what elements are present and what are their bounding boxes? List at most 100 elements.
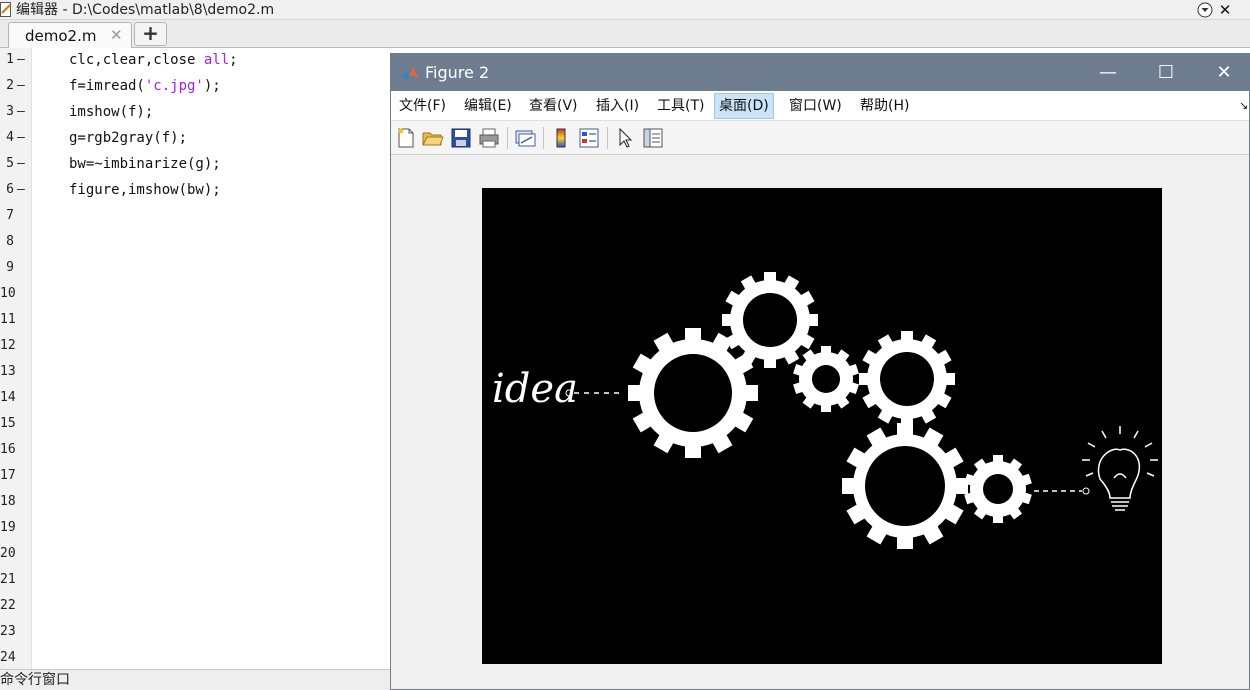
- editor-titlebar: 编辑器 - D:\Codes\matlab\8\demo2.m ✕: [0, 0, 1250, 20]
- bulb-connector-dot: [1082, 487, 1090, 495]
- command-window-header[interactable]: 命令行窗口: [0, 669, 392, 690]
- gear-large-left: [628, 328, 758, 458]
- new-figure-icon[interactable]: [394, 126, 418, 150]
- menu-tools[interactable]: 工具(T): [653, 93, 708, 119]
- line-number: 15: [0, 416, 16, 431]
- editor-tab-strip: demo2.m ✕ +: [0, 20, 1250, 48]
- editor-close-button[interactable]: ✕: [1216, 0, 1234, 20]
- image-axes[interactable]: idea: [482, 188, 1162, 664]
- line-number: 10: [0, 286, 16, 301]
- gear-small-middle: [793, 346, 859, 412]
- line-number: 23: [0, 624, 16, 639]
- code-line[interactable]: f=imread('c.jpg');: [69, 77, 221, 95]
- code-text: bw=~imbinarize(g);: [69, 156, 221, 172]
- colorbar-icon[interactable]: [549, 126, 573, 150]
- menu-file[interactable]: 文件(F): [395, 93, 450, 119]
- legend-icon[interactable]: [577, 126, 601, 150]
- tab-demo2[interactable]: demo2.m ✕: [8, 22, 132, 48]
- gear-small-bottom: [964, 455, 1032, 523]
- tab-close-icon[interactable]: ✕: [110, 26, 123, 44]
- breakpoint-marker[interactable]: —: [17, 155, 25, 173]
- menu-view[interactable]: 查看(V): [525, 93, 582, 119]
- code-text: clc,clear,close: [69, 52, 204, 68]
- breakpoint-marker[interactable]: —: [17, 181, 25, 199]
- breakpoint-marker[interactable]: —: [17, 103, 25, 121]
- figure-window[interactable]: Figure 2 — ☐ ✕ 文件(F) 编辑(E) 查看(V) 插入(I) 工…: [390, 53, 1250, 690]
- property-inspector-icon[interactable]: [641, 126, 665, 150]
- maximize-button[interactable]: ☐: [1137, 54, 1195, 91]
- toolbar-separator: [607, 127, 608, 149]
- add-tab-button[interactable]: +: [134, 22, 167, 46]
- code-text: );: [203, 78, 221, 94]
- breakpoint-marker[interactable]: —: [17, 77, 25, 95]
- line-number: 21: [0, 572, 16, 587]
- breakpoint-marker[interactable]: —: [17, 51, 25, 69]
- gear-top: [722, 272, 818, 368]
- code-text: f=imread(: [69, 78, 145, 94]
- save-icon[interactable]: [449, 126, 473, 150]
- line-number: 11: [0, 312, 16, 327]
- line-number: 5: [6, 156, 14, 171]
- line-number: 13: [0, 364, 16, 379]
- code-text: g=rgb2gray(f);: [69, 130, 188, 146]
- toolbar-separator: [543, 127, 544, 149]
- line-number: 24: [0, 650, 16, 665]
- idea-text: idea: [492, 366, 578, 412]
- menu-edit[interactable]: 编辑(E): [460, 93, 516, 119]
- show-actions-icon[interactable]: [1197, 2, 1213, 18]
- line-number: 22: [0, 598, 16, 613]
- code-line[interactable]: imshow(f);: [69, 103, 153, 121]
- line-number: 18: [0, 494, 16, 509]
- matlab-logo-icon: [401, 67, 419, 79]
- line-number: 2: [6, 78, 14, 93]
- link-plot-icon[interactable]: [513, 126, 537, 150]
- figure-titlebar[interactable]: Figure 2 — ☐ ✕: [391, 54, 1249, 91]
- line-number: 9: [6, 260, 14, 275]
- menu-overflow-icon[interactable]: ↘: [1239, 99, 1248, 112]
- code-line[interactable]: clc,clear,close all;: [69, 51, 238, 69]
- line-number: 20: [0, 546, 16, 561]
- editor-title: 编辑器 - D:\Codes\matlab\8\demo2.m: [16, 2, 275, 18]
- menu-help[interactable]: 帮助(H): [856, 93, 913, 119]
- print-icon[interactable]: [477, 126, 501, 150]
- code-string: 'c.jpg': [144, 78, 204, 94]
- breakpoint-marker[interactable]: —: [17, 129, 25, 147]
- menu-insert[interactable]: 插入(I): [592, 93, 643, 119]
- menu-desktop[interactable]: 桌面(D): [714, 93, 774, 119]
- line-number: 1: [6, 52, 14, 67]
- editor-file-icon: [0, 2, 11, 17]
- gear-right-upper: [859, 331, 955, 427]
- tab-label: demo2.m: [25, 27, 97, 45]
- select-arrow-icon[interactable]: [613, 126, 637, 150]
- toolbar-separator: [507, 127, 508, 149]
- line-number: 17: [0, 468, 16, 483]
- figure-title: Figure 2: [425, 63, 490, 82]
- code-text: figure,imshow(bw);: [69, 182, 221, 198]
- code-keyword: all: [203, 52, 230, 68]
- open-file-icon[interactable]: [421, 126, 445, 150]
- line-number: 12: [0, 338, 16, 353]
- close-button[interactable]: ✕: [1195, 54, 1250, 91]
- code-editor[interactable]: 1 2 3 4 5 6 7 8 9 10 11 12 13 14 15 16 1…: [0, 48, 392, 669]
- line-number: 19: [0, 520, 16, 535]
- command-window-label: 命令行窗口: [0, 672, 70, 688]
- lightbulb-icon: [1082, 426, 1158, 511]
- line-number: 16: [0, 442, 16, 457]
- gear-large-bottom: [842, 423, 968, 549]
- binary-image: idea: [492, 272, 1158, 549]
- code-line[interactable]: g=rgb2gray(f);: [69, 129, 187, 147]
- code-text: ;: [229, 52, 238, 68]
- line-number-gutter: 1 2 3 4 5 6 7 8 9 10 11 12 13 14 15 16 1…: [0, 48, 32, 669]
- line-number: 8: [6, 234, 14, 249]
- figure-canvas[interactable]: idea: [391, 155, 1249, 689]
- line-number: 6: [6, 182, 14, 197]
- code-line[interactable]: bw=~imbinarize(g);: [69, 155, 221, 173]
- line-number: 4: [6, 130, 14, 145]
- menu-window[interactable]: 窗口(W): [785, 93, 846, 119]
- code-line[interactable]: figure,imshow(bw);: [69, 181, 221, 199]
- figure-toolbar: [391, 121, 1249, 155]
- figure-menubar: 文件(F) 编辑(E) 查看(V) 插入(I) 工具(T) 桌面(D) 窗口(W…: [391, 91, 1249, 121]
- line-number: 3: [6, 104, 14, 119]
- minimize-button[interactable]: —: [1079, 54, 1137, 91]
- line-number: 14: [0, 390, 16, 405]
